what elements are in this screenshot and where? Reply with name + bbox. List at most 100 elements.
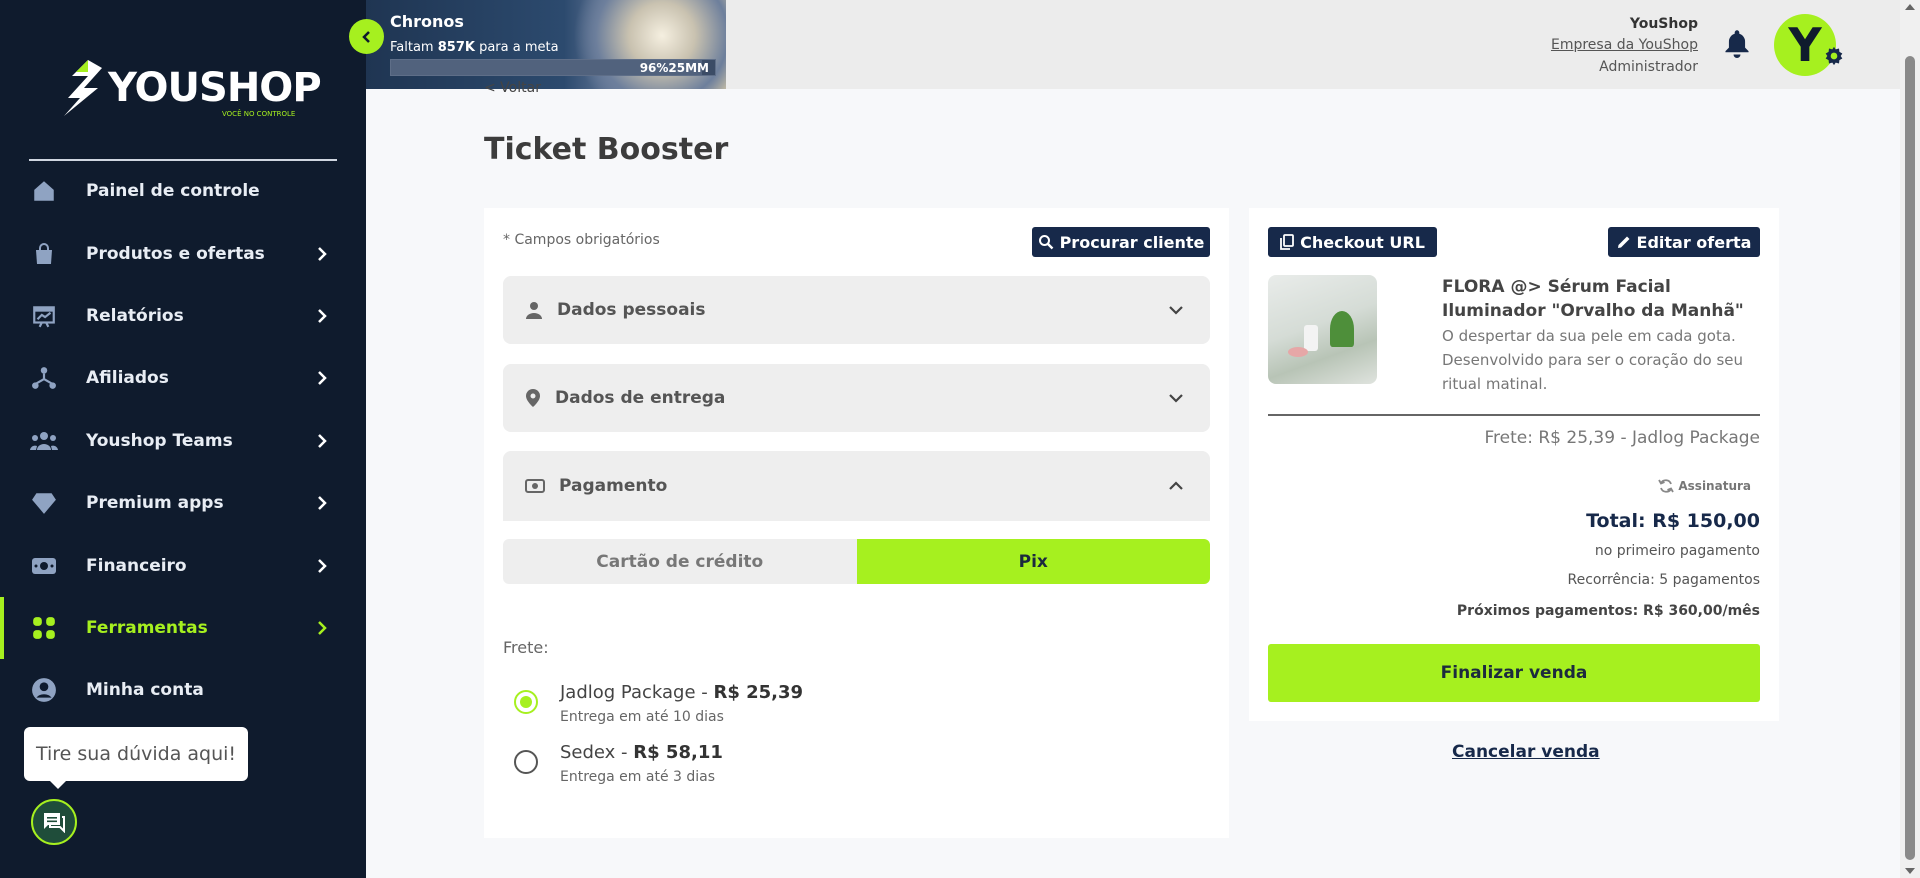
goal-banner[interactable]: Chronos Faltam 857K para a meta 96%25MM [366,0,726,89]
shipping-radio[interactable] [514,750,538,774]
sidebar-item-teams[interactable]: Youshop Teams [0,410,366,472]
pencil-icon [1617,236,1630,248]
checkout-url-label: Checkout URL [1300,232,1425,252]
notifications-button[interactable] [1723,28,1751,62]
shopping-bag-icon [30,240,58,268]
sidebar-item-relatorios[interactable]: Relatórios [0,285,366,347]
cancel-sale-link[interactable]: Cancelar venda [1452,742,1600,762]
affiliates-network-icon [30,364,58,392]
back-link[interactable]: < Voltar [484,80,541,96]
logo-mark-icon [64,60,102,116]
accordion-personal-data[interactable]: Dados pessoais [503,276,1210,344]
shipping-eta: Entrega em até 3 dias [560,769,716,785]
team-icon [30,427,58,455]
chevron-left-icon [361,30,370,43]
order-summary-card: Checkout URL Editar oferta FLORA @> Séru… [1249,208,1779,721]
sidebar-item-label: Painel de controle [86,181,260,202]
user-name: YouShop [1629,16,1698,32]
summary-divider [1268,414,1760,416]
shipping-price: R$ 58,11 [633,742,723,763]
goal-progress-text: 96%25MM [639,61,709,75]
chat-icon [44,813,65,833]
shipping-name: Sedex - R$ 58,11 [560,740,723,766]
person-icon [526,302,542,319]
user-role: Administrador [1599,59,1698,75]
bell-icon [1725,30,1749,58]
search-client-label: Procurar cliente [1059,232,1205,252]
banner-sub-suffix: para a meta [479,40,559,55]
scroll-thumb[interactable] [1905,56,1915,860]
banner-title: Chronos [390,12,464,31]
chevron-down-icon [1169,306,1183,315]
banner-sub-amount: 857K [437,40,475,55]
logo-text: YOUSHOP [108,65,322,111]
accordion-payment[interactable]: Pagamento [503,451,1210,521]
sidebar-nav: Painel de controle Produtos e ofertas Re… [0,160,366,722]
sidebar-item-label: Afiliados [86,368,169,389]
settings-gear-icon[interactable] [1824,46,1844,70]
finalize-sale-button[interactable]: Finalizar venda [1268,644,1760,702]
apps-grid-icon [30,614,58,642]
chevron-right-icon [318,621,327,635]
banner-subtitle: Faltam 857K para a meta [390,40,559,55]
checkout-url-button[interactable]: Checkout URL [1268,227,1437,257]
banner-sub-prefix: Faltam [390,40,434,55]
sidebar-item-label: Ferramentas [86,617,208,638]
shipping-carrier: Jadlog Package - [560,682,714,703]
page-scrollbar[interactable] [1900,0,1920,878]
sidebar-item-produtos[interactable]: Produtos e ofertas [0,222,366,284]
required-fields-note: * Campos obrigatórios [503,232,660,248]
product-image [1268,275,1377,384]
product-description: O despertar da sua pele em cada gota. De… [1442,327,1744,393]
sidebar-item-minha-conta[interactable]: Minha conta [0,659,366,721]
accordion-label: Dados pessoais [557,300,706,320]
sidebar-item-label: Youshop Teams [86,430,233,451]
first-payment-note: no primeiro pagamento [1594,543,1760,559]
page-title: Ticket Booster [484,132,729,167]
shipping-carrier: Sedex - [560,742,634,763]
sidebar-item-label: Premium apps [86,493,224,514]
shipping-option-jadlog[interactable]: Jadlog Package - R$ 25,39 Entrega em até… [514,680,803,728]
payment-method-tabs: Cartão de crédito Pix [503,539,1210,584]
company-link[interactable]: Empresa da YouShop [1551,34,1698,56]
tab-pix[interactable]: Pix [856,539,1210,584]
edit-offer-button[interactable]: Editar oferta [1608,227,1760,257]
chevron-right-icon [318,433,327,448]
sidebar-item-financeiro[interactable]: Financeiro [0,534,366,596]
next-payments-info: Próximos pagamentos: R$ 360,00/mês [1456,603,1760,619]
accordion-label: Pagamento [559,476,668,496]
subscription-label: Assinatura [1678,479,1751,493]
search-client-button[interactable]: Procurar cliente [1032,227,1210,257]
customer-form-card: * Campos obrigatórios Procurar cliente D… [484,208,1229,838]
chevron-right-icon [318,309,327,323]
youshop-logo[interactable]: YOUSHOP VOCÊ NO CONTROLE [58,58,322,118]
chevron-right-icon [318,371,327,386]
chat-support-button[interactable] [31,799,77,845]
sidebar: YOUSHOP VOCÊ NO CONTROLE Painel de contr… [0,0,366,878]
chevron-right-icon [318,558,327,573]
accordion-delivery-data[interactable]: Dados de entrega [503,364,1210,432]
scroll-up-icon[interactable] [1905,4,1915,10]
sidebar-item-label: Financeiro [86,555,187,576]
tab-credit-card[interactable]: Cartão de crédito [503,539,857,584]
scroll-down-icon[interactable] [1905,868,1915,874]
shipping-eta: Entrega em até 10 dias [560,709,724,725]
sidebar-item-label: Relatórios [86,305,184,326]
collapse-sidebar-button[interactable] [349,19,384,54]
sidebar-item-painel[interactable]: Painel de controle [0,160,366,222]
sidebar-item-afiliados[interactable]: Afiliados [0,347,366,409]
shipping-option-sedex[interactable]: Sedex - R$ 58,11 Entrega em até 3 dias [514,740,723,788]
logo-tagline: VOCÊ NO CONTROLE [222,110,296,118]
chevron-up-icon [1169,481,1183,490]
sidebar-item-premium-apps[interactable]: Premium apps [0,472,366,534]
sidebar-item-ferramentas[interactable]: Ferramentas [0,596,366,660]
chevron-right-icon [318,246,327,261]
shipping-radio[interactable] [514,690,538,714]
help-tooltip: Tire sua dúvida aqui! [24,727,248,789]
goal-progress-bar: 96%25MM [390,59,716,76]
user-info: YouShop Empresa da YouShop Administrador [1551,14,1698,78]
account-circle-icon [30,676,58,704]
copy-icon [1280,234,1294,250]
shipping-name: Jadlog Package - R$ 25,39 [560,680,803,706]
sidebar-item-label: Produtos e ofertas [86,243,265,264]
